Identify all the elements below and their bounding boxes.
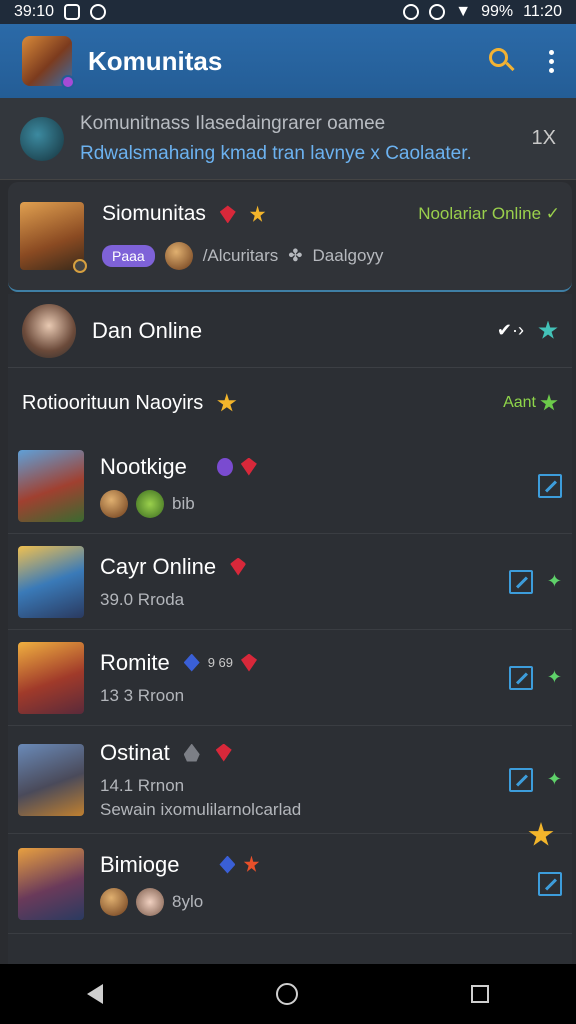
ruby-icon — [241, 653, 257, 672]
sapphire-icon — [219, 855, 236, 874]
recent-apps-icon[interactable] — [471, 985, 490, 1003]
game-name: Cayr Online — [100, 553, 217, 579]
featured-community-card[interactable]: Siomunitas Noolariar Online ✓ Paaa /Alcu… — [8, 182, 572, 292]
puzzle-icon: ✤ — [288, 246, 303, 265]
online-dot-icon — [61, 75, 75, 89]
game-thumbnail — [18, 641, 84, 714]
game-name: Bimioge — [100, 851, 180, 877]
member-avatar — [136, 887, 164, 916]
game-meta: bib — [172, 493, 195, 513]
section-title: Rotioorituun Naoyirs — [22, 391, 204, 414]
section-action[interactable]: Aant — [503, 394, 558, 412]
featured-name: Siomunitas — [102, 202, 206, 225]
app-title: Komunitas — [88, 45, 223, 76]
game-meta: 8ylo — [172, 891, 204, 911]
app-bar: Komunitas — [0, 24, 576, 98]
amethyst-icon — [216, 457, 233, 476]
battery-level: 99% — [481, 3, 514, 20]
notice-banner[interactable]: Komunitnass Ilasedaingrarer oamee Rdwals… — [0, 98, 576, 180]
status-bar: 39:10 ▼ 99% 11:20 — [0, 0, 576, 24]
search-icon[interactable] — [489, 48, 515, 74]
game-name: Nootkige — [100, 453, 187, 479]
wifi-icon: ▼ — [455, 3, 472, 20]
notice-avatar — [20, 116, 64, 161]
section-header: Rotioorituun Naoyirs Aant — [8, 368, 572, 438]
ruby-icon — [240, 457, 257, 476]
game-thumbnail — [18, 449, 84, 522]
member-avatar — [100, 489, 128, 518]
home-icon[interactable] — [275, 983, 298, 1005]
game-thumbnail — [18, 743, 84, 816]
status-time-right: 11:20 — [523, 3, 562, 20]
alarm-icon — [403, 4, 420, 20]
ruby-icon — [219, 205, 236, 224]
helmet-icon — [183, 743, 200, 762]
status-time-left: 39:10 — [14, 3, 55, 20]
game-description: Sewain ixomulilarnolcarlad — [100, 799, 302, 819]
list-item[interactable]: Romite 9 69 13 3 Rroon ✦ — [8, 630, 572, 726]
online-user-row[interactable]: Dan Online ✔·› — [8, 294, 572, 368]
notice-title: Komunitnass Ilasedaingrarer oamee — [80, 112, 386, 134]
back-icon[interactable] — [86, 984, 103, 1004]
edit-icon[interactable] — [538, 473, 562, 498]
sparkle-icon[interactable]: ✦ — [547, 769, 562, 790]
edit-icon[interactable] — [508, 569, 533, 594]
ruby-icon — [215, 743, 232, 762]
sparkle-icon[interactable]: ✦ — [547, 571, 562, 592]
game-meta: 13 3 Rroon — [100, 685, 185, 705]
app-notification-icon — [64, 4, 81, 20]
featured-thumbnail — [20, 202, 87, 273]
more-options-icon[interactable] — [549, 49, 554, 73]
game-meta: 14.1 Rrnon — [100, 775, 185, 795]
section-action-label: Aant — [503, 394, 536, 411]
game-meta: 39.0 Rroda — [100, 589, 185, 609]
list-item[interactable]: Cayr Online 39.0 Rroda ✦ — [8, 534, 572, 630]
notice-link[interactable]: Rdwalsmahaing kmad tran lavnye x Caolaat… — [80, 143, 522, 165]
list-item[interactable]: Bimioge 8ylo — [8, 822, 572, 934]
star-icon — [249, 205, 266, 222]
featured-community: /Alcuritars — [202, 246, 279, 265]
clock-icon — [429, 4, 446, 20]
featured-status: Noolariar Online ✓ — [418, 204, 560, 223]
game-thumbnail — [18, 545, 84, 618]
navigation-bar — [0, 964, 576, 1024]
sapphire-icon — [183, 653, 200, 672]
member-avatar — [164, 242, 193, 270]
notice-close-button[interactable]: 1X — [532, 127, 556, 150]
gem-count: 9 69 — [207, 655, 233, 670]
list-item[interactable]: Ostinat 14.1 Rrnon Sewain ixomulilarnolc… — [8, 726, 572, 834]
shield-icon — [230, 557, 247, 576]
sparkle-icon[interactable]: ✦ — [547, 667, 562, 688]
game-thumbnail — [18, 847, 84, 920]
edit-icon[interactable] — [538, 871, 562, 896]
game-name: Romite — [100, 649, 170, 675]
check-icon: ✔·› — [496, 320, 524, 340]
featured-category: Daalgoyy — [312, 246, 384, 265]
level-badge-icon — [73, 259, 87, 273]
tag-pill[interactable]: Paaa — [102, 245, 155, 267]
edit-icon[interactable] — [508, 767, 533, 792]
green-star-icon — [540, 394, 558, 411]
fire-star-icon — [243, 855, 260, 872]
member-avatar — [100, 887, 128, 916]
leaf-icon — [136, 489, 164, 518]
app-logo — [22, 36, 75, 89]
notification-icon — [90, 4, 107, 20]
star-icon — [217, 393, 237, 412]
user-name: Dan Online — [92, 317, 203, 343]
edit-icon[interactable] — [508, 665, 533, 690]
game-name: Ostinat — [100, 739, 170, 765]
user-avatar — [22, 303, 76, 358]
community-list: Dan Online ✔·› Rotioorituun Naoyirs Aant… — [8, 294, 572, 964]
list-item[interactable]: Nootkige bib — [8, 438, 572, 534]
favorite-star-icon[interactable] — [538, 320, 558, 339]
